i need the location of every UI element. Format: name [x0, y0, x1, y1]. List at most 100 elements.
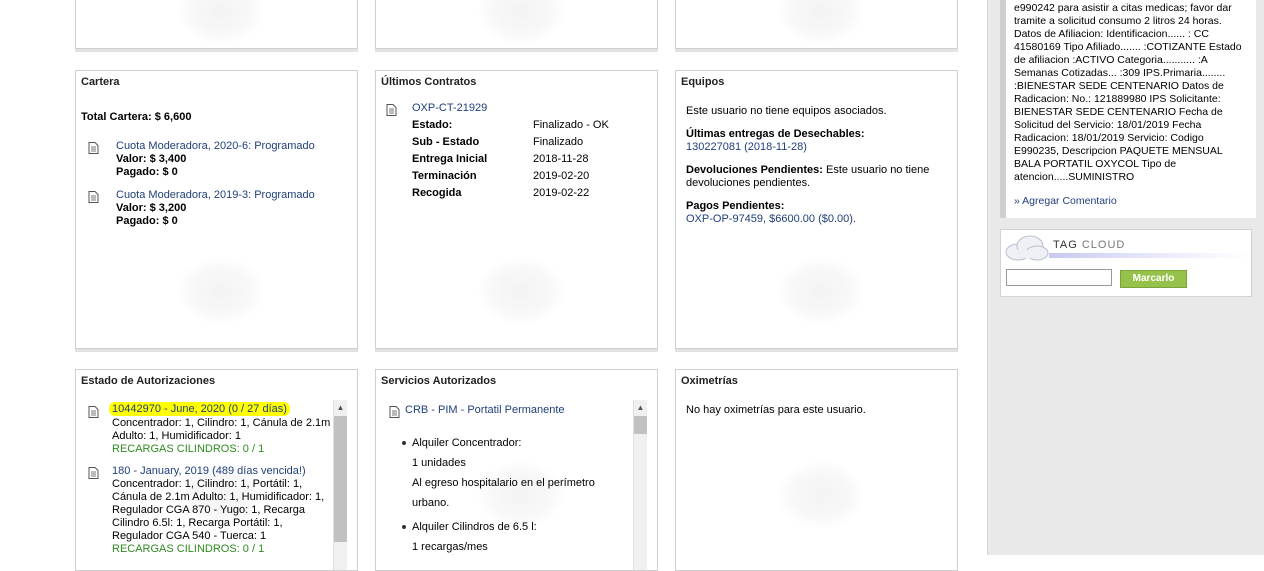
- add-comment-link[interactable]: » Agregar Comentario: [1014, 195, 1117, 207]
- cartera-item-link[interactable]: Cuota Moderadora, 2020-6: Programado: [116, 140, 315, 152]
- contratos-title: Últimos Contratos: [381, 76, 477, 88]
- document-icon: [88, 467, 99, 479]
- paw-watermark: [176, 0, 266, 46]
- cloud-word: CLOUD: [1081, 239, 1126, 251]
- equipos-title: Equipos: [681, 76, 725, 88]
- comment-line: BIENESTAR SEDE CENTENARIO Fecha de: [1014, 106, 1223, 118]
- paw-watermark: [176, 256, 266, 326]
- comment-box: e990242 para asistir a citas medicas; fa…: [1000, 0, 1256, 218]
- right-sidebar: e990242 para asistir a citas medicas; fa…: [988, 0, 1264, 555]
- oximetrias-none: No hay oximetrías para este usuario.: [686, 404, 866, 416]
- devoluciones-text-2: devoluciones pendientes.: [686, 177, 811, 189]
- cartera-item-link[interactable]: Cuota Moderadora, 2019-3: Programado: [116, 189, 315, 201]
- comment-line: E990235, Descripcion PAQUETE MENSUAL: [1014, 145, 1223, 157]
- oximetrias-title: Oximetrías: [681, 375, 738, 387]
- contract-row-label: Recogida: [412, 187, 462, 199]
- service-item-line: 1 unidades: [412, 457, 466, 469]
- cartera-total: Total Cartera: $ 6,600: [81, 111, 192, 123]
- document-icon: [386, 104, 397, 116]
- recargas-status: RECARGAS CILINDROS: 0 / 1: [112, 443, 265, 455]
- contract-row-label: Terminación: [412, 170, 477, 182]
- document-icon: [88, 142, 99, 154]
- autorizacion-line: Regulador CGA 540 - Tuerca: 1: [112, 530, 267, 542]
- scroll-up-button[interactable]: ▲: [634, 400, 647, 415]
- scrollbar-thumb[interactable]: [334, 416, 347, 542]
- entregas-label: Últimas entregas de Desechables:: [686, 128, 865, 140]
- main-area: Cartera Total Cartera: $ 6,600 Cuota Mod…: [0, 0, 988, 571]
- devoluciones-text-1: Este usuario no tiene: [822, 164, 930, 176]
- contract-row-value: Finalizado: [533, 136, 584, 148]
- servicios-panel: Servicios Autorizados CRB - PIM - Portat…: [375, 369, 658, 571]
- autorizacion-link[interactable]: 10442970 - June, 2020 (0 / 27 días): [109, 402, 290, 416]
- oximetrias-panel: Oximetrías No hay oximetrías para este u…: [675, 369, 958, 571]
- contratos-panel: Últimos Contratos OXP-CT-21929 Estado: F…: [375, 70, 658, 349]
- scrollbar-thumb[interactable]: [634, 416, 647, 434]
- recargas-status: RECARGAS CILINDROS: 0 / 1: [112, 543, 265, 555]
- paw-watermark: [776, 256, 866, 326]
- autorizaciones-panel: Estado de Autorizaciones 10442970 - June…: [75, 369, 358, 571]
- comment-line: Radicacion: 18/01/2019 Servicio: Codigo: [1014, 132, 1204, 144]
- bullet-icon: [402, 441, 406, 445]
- comment-line: Datos de Afiliacion: Identificacion.....…: [1014, 28, 1209, 40]
- cartera-panel: Cartera Total Cartera: $ 6,600 Cuota Mod…: [75, 70, 358, 349]
- top-panel-middle: [375, 0, 658, 49]
- service-item-label: Alquiler Concentrador:: [412, 437, 522, 449]
- contract-id-link[interactable]: OXP-CT-21929: [412, 102, 487, 114]
- equipos-panel: Equipos Este usuario no tiene equipos as…: [675, 70, 958, 349]
- tag-input[interactable]: [1006, 269, 1112, 286]
- top-panel-left: [75, 0, 358, 49]
- paw-watermark: [476, 256, 566, 326]
- paw-watermark: [776, 460, 866, 530]
- comment-line: e990242 para asistir a citas medicas; fa…: [1014, 2, 1232, 14]
- comment-line: tramite a solicitud consumo 2 litros 24 …: [1014, 15, 1222, 27]
- tag-cloud-header-bar: [1049, 253, 1249, 258]
- paw-watermark: [476, 0, 566, 46]
- comment-line: de afiliacion :ACTIVO Categoria.........…: [1014, 54, 1208, 66]
- service-link[interactable]: CRB - PIM - Portatil Permanente: [405, 404, 565, 416]
- tag-cloud-box: TAG CLOUD Marcarlo: [1000, 229, 1252, 297]
- service-item-line: Al egreso hospitalario en el perímetro: [412, 477, 595, 489]
- scroll-up-button[interactable]: ▲: [334, 400, 347, 415]
- document-icon: [88, 406, 99, 418]
- cartera-item-valor: Valor: $ 3,400: [116, 153, 187, 165]
- comment-line: BALA PORTATIL OXYCOL Tipo de: [1014, 158, 1177, 170]
- document-icon: [389, 406, 400, 418]
- contract-row-value: 2019-02-22: [533, 187, 590, 199]
- pagos-link[interactable]: OXP-OP-97459, $6600.00 ($0.00).: [686, 213, 856, 225]
- comment-line: atencion.....SUMINISTRO: [1014, 171, 1135, 183]
- autorizacion-line: Concentrador: 1, Cilindro: 1, Portátil: …: [112, 478, 303, 490]
- servicios-title: Servicios Autorizados: [381, 375, 497, 387]
- cartera-item-pagado: Pagado: $ 0: [116, 215, 178, 227]
- autorizacion-line: Cánula de 2.1m Adulto: 1, Humidificador:…: [112, 491, 325, 503]
- cloud-icon: [1005, 235, 1049, 261]
- comment-text: e990242 para asistir a citas medicas; fa…: [1014, 2, 1242, 184]
- cartera-item-pagado: Pagado: $ 0: [116, 166, 178, 178]
- equipos-none: Este usuario no tiene equipos asociados.: [686, 105, 887, 117]
- contract-row-label: Entrega Inicial: [412, 153, 488, 165]
- service-item-label: Alquiler Cilindros de 6.5 l:: [412, 521, 537, 533]
- pagos-label: Pagos Pendientes:: [686, 200, 785, 212]
- tag-cloud-title: TAG CLOUD: [1053, 239, 1125, 251]
- service-item-line: 1 recargas/mes: [412, 541, 488, 553]
- cartera-item-valor: Valor: $ 3,200: [116, 202, 187, 214]
- contract-row-label: Sub - Estado: [412, 136, 480, 148]
- bullet-icon: [402, 525, 406, 529]
- highlight-marker: 10442970 - June, 2020 (0 / 27 días): [109, 402, 290, 416]
- contract-row-value: 2019-02-20: [533, 170, 590, 182]
- autorizacion-line: Concentrador: 1, Cilindro: 1, Cánula de …: [112, 417, 331, 429]
- comment-line: Radicacion: No.: 121889980 IPS Solicitan…: [1014, 93, 1221, 105]
- comment-line: Solicitud del Servicio: 18/01/2019 Fecha: [1014, 119, 1202, 131]
- autorizacion-line: Adulto: 1, Humidificador: 1: [112, 430, 242, 442]
- marcarlo-button[interactable]: Marcarlo: [1120, 270, 1187, 288]
- cartera-title: Cartera: [81, 76, 120, 88]
- autorizacion-link[interactable]: 180 - January, 2019 (489 días vencida!): [112, 465, 306, 477]
- paw-watermark: [776, 0, 866, 46]
- top-panel-right: [675, 0, 958, 49]
- contract-row-value: Finalizado - OK: [533, 119, 609, 131]
- devoluciones-label: Devoluciones Pendientes:: [686, 164, 823, 176]
- entregas-link[interactable]: 130227081 (2018-11-28): [686, 141, 807, 153]
- autorizacion-line: Regulador CGA 870 - Yugo: 1, Recarga: [112, 504, 306, 516]
- document-icon: [88, 191, 99, 203]
- autorizacion-line: Cilindro 6.5l: 1, Recarga Portátil: 1,: [112, 517, 283, 529]
- devoluciones-text: Devoluciones Pendientes: Este usuario no…: [686, 164, 929, 176]
